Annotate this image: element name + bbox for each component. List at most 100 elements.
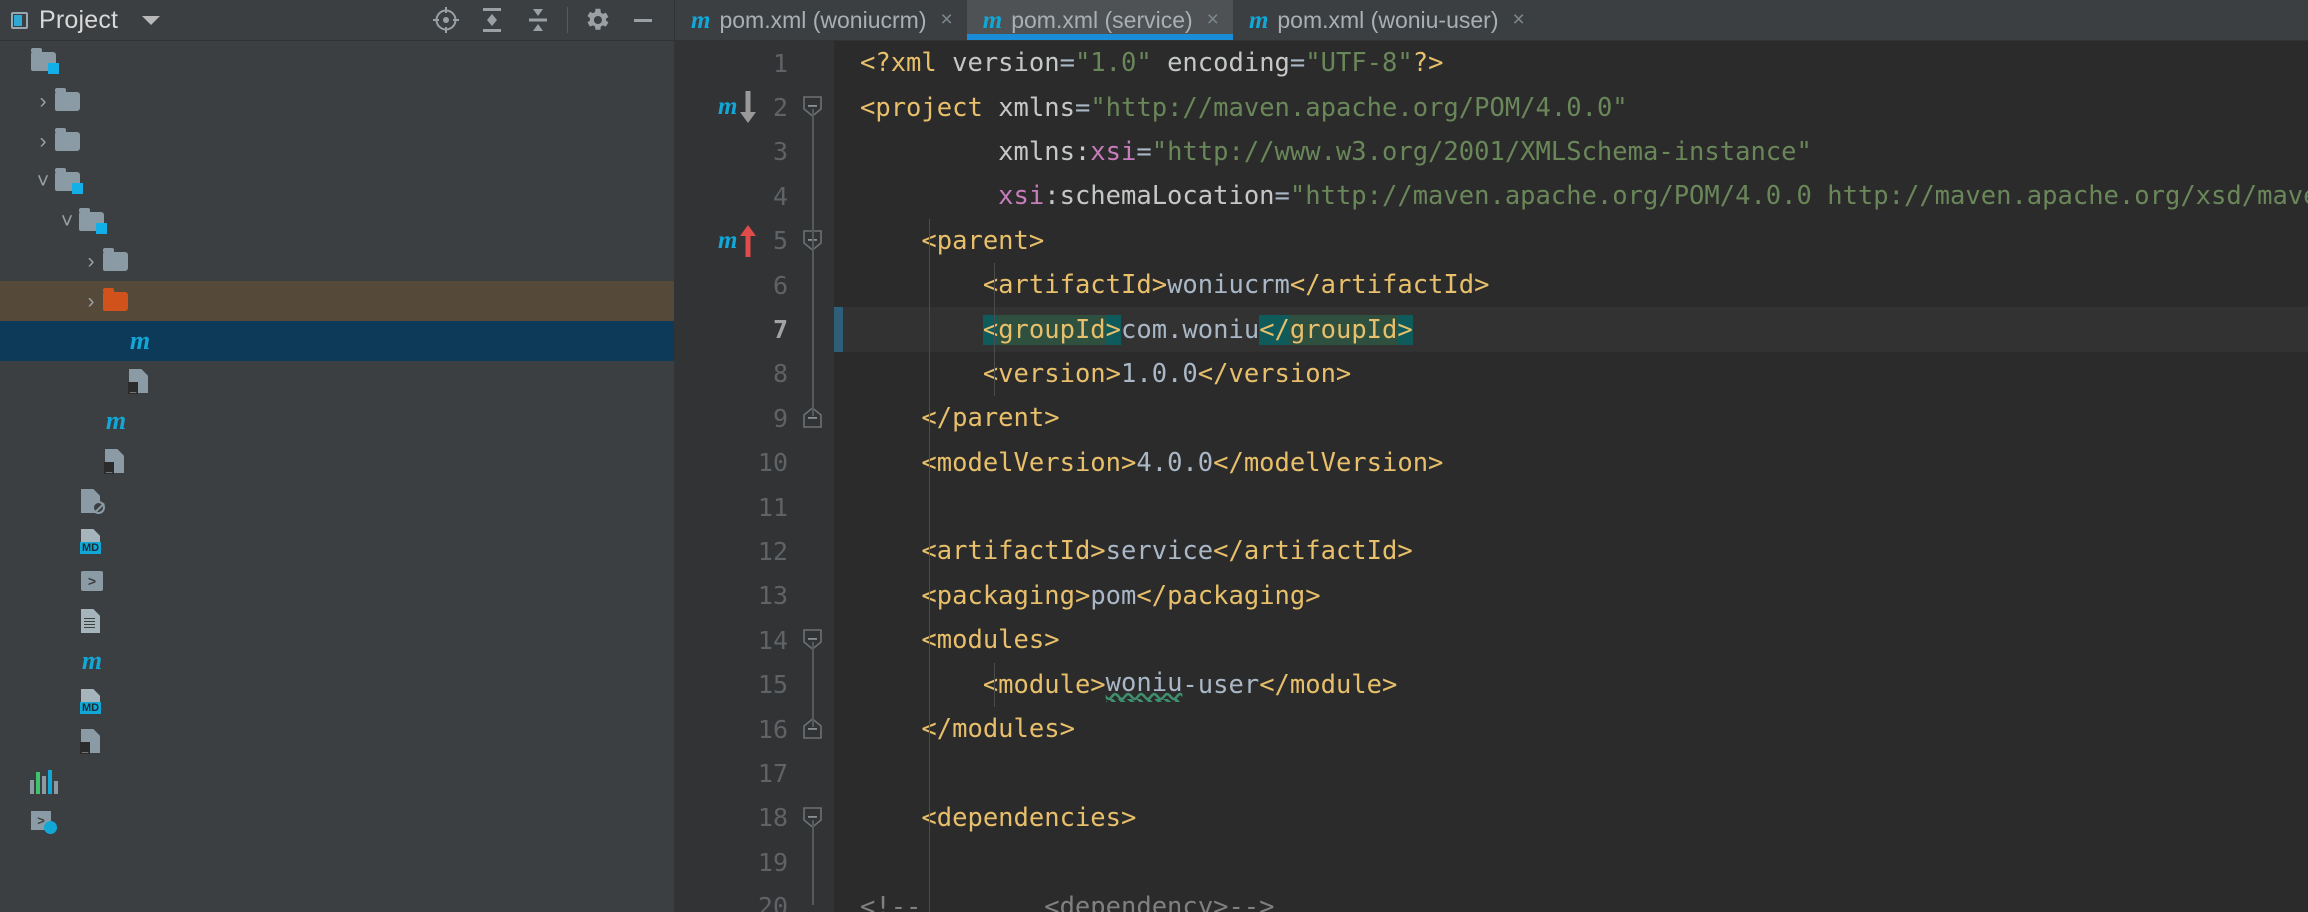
tree-item--idea[interactable]: ›: [0, 81, 674, 121]
fold-column[interactable]: [794, 41, 834, 912]
editor-tab[interactable]: m pom.xml (woniucrm) ×: [675, 0, 967, 40]
iml-file-icon: _: [126, 368, 154, 394]
code-line[interactable]: xmlns: xsi = "http://www.w3.org/2001/XMLSch…: [834, 130, 2308, 174]
code-line[interactable]: <artifactId> woniucrm </artifactId>: [834, 263, 2308, 307]
tree-item-service[interactable]: ˅: [0, 161, 674, 201]
code-token: <module>: [982, 669, 1106, 700]
editor-tab-active[interactable]: m pom.xml (service) ×: [966, 0, 1234, 40]
code-line[interactable]: [834, 840, 2308, 884]
gutter-line[interactable]: 7: [674, 307, 794, 351]
code-line[interactable]: <version> 1.0.0 </version>: [834, 352, 2308, 396]
code-line[interactable]: </parent>: [834, 396, 2308, 440]
tree-item-woniu-user-iml[interactable]: ›_: [0, 361, 674, 401]
select-opened-file-icon[interactable]: [423, 0, 469, 40]
code-line[interactable]: <artifactId> service </artifactId>: [834, 529, 2308, 573]
tree-item-pom-xml[interactable]: ›m: [0, 321, 674, 361]
code-line[interactable]: <modules>: [834, 618, 2308, 662]
code-token: =: [1059, 48, 1075, 79]
tree-item-target[interactable]: ›: [0, 281, 674, 321]
code-line[interactable]: <modelVersion> 4.0.0 </modelVersion>: [834, 441, 2308, 485]
tree-item-pom-xml[interactable]: ›m: [0, 641, 674, 681]
gutter-line[interactable]: 8: [674, 352, 794, 396]
iml-file-icon: _: [102, 448, 130, 474]
tree-item-src[interactable]: ›: [0, 241, 674, 281]
project-tree[interactable]: ›››˅˅›››m›_›m›_››MD›>››m›MD›_››>: [0, 40, 674, 912]
collapse-all-icon[interactable]: [515, 0, 561, 40]
tree-item-help-md[interactable]: ›MD: [0, 521, 674, 561]
gutter-line[interactable]: 5: [674, 219, 794, 263]
code-line[interactable]: </modules>: [834, 707, 2308, 751]
tree-item-scratches-and-consoles[interactable]: ›>: [0, 801, 674, 841]
gutter-line[interactable]: 17: [674, 751, 794, 795]
tree-expand-arrow[interactable]: ›: [80, 251, 102, 272]
code-token: </module>: [1259, 669, 1398, 700]
gutter-line[interactable]: 2: [674, 85, 794, 129]
expand-all-icon[interactable]: [469, 0, 515, 40]
gutter-line[interactable]: 11: [674, 485, 794, 529]
code-token: xmlns: [998, 92, 1075, 123]
line-number: 10: [757, 448, 788, 478]
tree-item-mvnw-cmd[interactable]: ›: [0, 601, 674, 641]
close-icon[interactable]: ×: [1207, 8, 1219, 32]
code-editor[interactable]: 1 2 3 4 5 6 7 8 9 10 11 12 13 14 15 16 17 18 19 20 m m <?xml …: [674, 40, 2308, 912]
code-line[interactable]: [834, 485, 2308, 529]
chevron-down-icon[interactable]: [142, 15, 161, 25]
code-line[interactable]: <parent>: [834, 219, 2308, 263]
gutter-line[interactable]: 15: [674, 662, 794, 706]
code-line[interactable]: xsi:schemaLocation = "http://maven.apache.…: [834, 174, 2308, 218]
tree-item-woniucrm[interactable]: ›: [0, 41, 674, 81]
tree-item-woniucrm-iml[interactable]: ›_: [0, 721, 674, 761]
gutter-line[interactable]: 20: [674, 884, 794, 912]
gutter-line[interactable]: 14: [674, 618, 794, 662]
tree-expand-arrow[interactable]: ›: [80, 291, 102, 312]
close-icon[interactable]: ×: [940, 8, 952, 32]
tree-expand-arrow[interactable]: ›: [32, 131, 54, 152]
gutter-line[interactable]: 10: [674, 441, 794, 485]
tree-item-mvnw[interactable]: ›>: [0, 561, 674, 601]
code-line[interactable]: < groupId > com.woniu </groupId >: [834, 307, 2308, 352]
tree-item-pom-xml[interactable]: ›m: [0, 401, 674, 441]
tree-item--mvn[interactable]: ›: [0, 121, 674, 161]
editor-gutter[interactable]: 1 2 3 4 5 6 7 8 9 10 11 12 13 14 15 16 17 18 19 20 m m: [674, 41, 794, 912]
settings-gear-icon[interactable]: [574, 0, 620, 40]
hide-icon[interactable]: [620, 0, 666, 40]
close-icon[interactable]: ×: [1513, 8, 1525, 32]
code-token: 4.0.0: [1136, 447, 1214, 478]
gutter-line[interactable]: 3: [674, 130, 794, 174]
tree-item-external-libraries[interactable]: ›: [0, 761, 674, 801]
tree-expand-arrow[interactable]: ˅: [56, 211, 78, 232]
gutter-line[interactable]: 4: [674, 174, 794, 218]
code-line[interactable]: <packaging> pom </packaging>: [834, 574, 2308, 618]
code-line[interactable]: [834, 751, 2308, 795]
code-line[interactable]: <module> woniu -user </module>: [834, 662, 2308, 706]
gutter-line[interactable]: 13: [674, 574, 794, 618]
tree-item-woniu-user[interactable]: ˅: [0, 201, 674, 241]
project-toolwindow-title-group[interactable]: Project: [0, 6, 161, 35]
code-line[interactable]: <project xmlns = "http://maven.apache.org/…: [834, 85, 2308, 129]
tree-item-service-iml[interactable]: ›_: [0, 441, 674, 481]
gutter-line[interactable]: 9: [674, 396, 794, 440]
editor-tab[interactable]: m pom.xml (woniu-user) ×: [1233, 0, 1539, 40]
gutter-line[interactable]: 12: [674, 529, 794, 573]
tree-item-readme-md[interactable]: ›MD: [0, 681, 674, 721]
gutter-line[interactable]: 16: [674, 707, 794, 751]
gutter-line[interactable]: 1: [674, 41, 794, 85]
code-area[interactable]: <?xml version = "1.0" encoding = "UTF-8" ?> <p…: [834, 41, 2308, 912]
gutter-line[interactable]: 19: [674, 840, 794, 884]
tree-item--gitignore[interactable]: ›: [0, 481, 674, 521]
code-line[interactable]: <!-- <dependency>-->: [834, 884, 2308, 912]
code-token: <?xml: [860, 48, 953, 79]
code-token: com.woniu: [1121, 314, 1260, 345]
code-token: 1.0.0: [1121, 358, 1198, 389]
tree-expand-arrow[interactable]: ›: [32, 91, 54, 112]
gutter-line[interactable]: 18: [674, 796, 794, 840]
maven-m-icon: m: [982, 6, 1003, 34]
gutter-line[interactable]: 6: [674, 263, 794, 307]
tree-expand-arrow[interactable]: ˅: [32, 171, 54, 192]
code-line[interactable]: <dependencies>: [834, 796, 2308, 840]
code-line[interactable]: <?xml version = "1.0" encoding = "UTF-8" ?>: [834, 41, 2308, 85]
code-token: <dependencies>: [921, 802, 1137, 833]
